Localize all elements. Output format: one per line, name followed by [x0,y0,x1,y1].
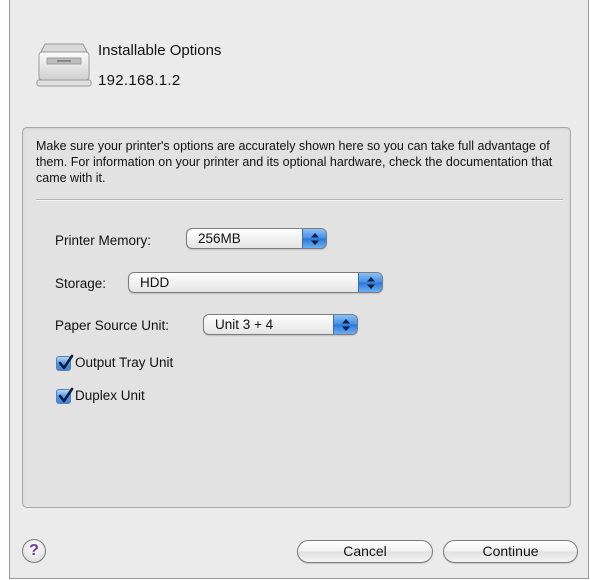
separator [36,199,563,201]
output-tray-checkbox[interactable] [56,354,74,371]
cancel-button[interactable]: Cancel [297,540,433,563]
duplex-label[interactable]: Duplex Unit [75,388,145,403]
paper-source-label: Paper Source Unit: [55,318,170,333]
checkmark-icon [58,354,74,370]
popup-arrows-icon [302,229,326,248]
continue-button[interactable]: Continue [443,540,578,563]
dialog-title: Installable Options [98,42,222,59]
duplex-checkbox[interactable] [56,387,74,404]
storage-popup[interactable]: HDD [128,272,383,293]
output-tray-label[interactable]: Output Tray Unit [75,355,173,370]
popup-arrows-icon [358,273,382,292]
popup-arrows-icon [333,315,357,334]
checkmark-icon [58,387,74,403]
storage-label: Storage: [55,276,107,291]
options-description: Make sure your printer's options are acc… [36,139,553,185]
paper-source-value: Unit 3 + 4 [215,317,274,332]
printer-memory-label: Printer Memory: [55,233,152,248]
storage-value: HDD [140,275,170,290]
printer-memory-popup[interactable]: 256MB [186,228,327,249]
paper-source-popup[interactable]: Unit 3 + 4 [203,314,358,335]
printer-address: 192.168.1.2 [98,72,181,89]
printer-memory-value: 256MB [198,231,241,246]
help-button[interactable]: ? [22,539,46,563]
printer-icon [35,38,93,90]
